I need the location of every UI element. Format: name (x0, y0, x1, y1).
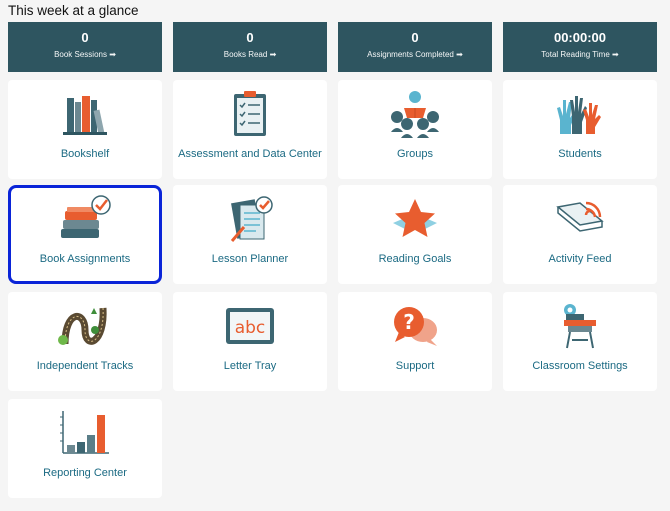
bookshelf-icon (55, 88, 115, 140)
stat-label-row: Books Read ➡ (173, 50, 327, 59)
stat-label: Book Sessions (54, 50, 107, 59)
tile-bookshelf[interactable]: Bookshelf (8, 80, 162, 179)
letter-tray-abc-icon: abc (220, 300, 280, 352)
tile-reading-goals[interactable]: Reading Goals (338, 185, 492, 284)
stat-label: Total Reading Time (541, 50, 610, 59)
tile-label: Book Assignments (39, 253, 131, 265)
tile-support[interactable]: ? Support (338, 292, 492, 391)
stat-value: 0 (411, 30, 419, 45)
tile-label: Assessment and Data Center (178, 148, 322, 160)
tile-book-assignments[interactable]: Book Assignments (8, 185, 162, 284)
stat-assignments-completed[interactable]: 0 Assignments Completed ➡ (338, 22, 492, 72)
tile-label: Classroom Settings (532, 360, 628, 372)
stat-books-read[interactable]: 0 Books Read ➡ (173, 22, 327, 72)
tile-classroom-settings[interactable]: Classroom Settings (503, 292, 657, 391)
tile-assessment-data-center[interactable]: Assessment and Data Center (173, 80, 327, 179)
stat-label-row: Total Reading Time ➡ (503, 50, 657, 59)
arrow-right-icon: ➡ (612, 50, 619, 59)
tile-label: Groups (396, 148, 434, 160)
svg-text:?: ? (403, 310, 415, 334)
page-heading: This week at a glance (8, 3, 139, 18)
tile-groups[interactable]: Groups (338, 80, 492, 179)
bar-chart-icon (55, 407, 115, 459)
stat-total-reading-time[interactable]: 00:00:00 Total Reading Time ➡ (503, 22, 657, 72)
tile-label: Lesson Planner (211, 253, 289, 265)
clipboard-checklist-icon (220, 88, 280, 140)
tile-activity-feed[interactable]: Activity Feed (503, 185, 657, 284)
tile-label: Independent Tracks (36, 360, 134, 372)
tile-lesson-planner[interactable]: Lesson Planner (173, 185, 327, 284)
tile-independent-tracks[interactable]: Independent Tracks (8, 292, 162, 391)
stat-book-sessions[interactable]: 0 Book Sessions ➡ (8, 22, 162, 72)
tile-label: Letter Tray (223, 360, 277, 372)
stat-value: 00:00:00 (553, 30, 607, 45)
tile-students[interactable]: Students (503, 80, 657, 179)
tile-label: Students (558, 148, 602, 160)
desk-gear-icon (550, 300, 610, 352)
svg-text:abc: abc (235, 318, 266, 338)
raised-hands-icon (550, 88, 610, 140)
question-bubble-icon: ? (385, 300, 445, 352)
stat-label: Books Read (223, 50, 268, 59)
tile-label: Reporting Center (43, 467, 127, 479)
stat-label: Assignments Completed (367, 50, 454, 59)
stat-value: 0 (246, 30, 254, 45)
book-stack-check-icon (55, 193, 115, 245)
tile-label: Support (395, 360, 435, 372)
star-icon (385, 193, 445, 245)
arrow-right-icon: ➡ (109, 50, 116, 59)
tile-letter-tray[interactable]: abc Letter Tray (173, 292, 327, 391)
winding-road-icon (55, 300, 115, 352)
open-book-signal-icon (550, 193, 610, 245)
stat-label-row: Assignments Completed ➡ (338, 50, 492, 59)
lesson-plan-icon (220, 193, 280, 245)
arrow-right-icon: ➡ (456, 50, 463, 59)
tile-reporting-center[interactable]: Reporting Center (8, 399, 162, 498)
stat-label-row: Book Sessions ➡ (8, 50, 162, 59)
stat-value: 0 (81, 30, 89, 45)
tile-label: Activity Feed (548, 253, 612, 265)
tile-label: Bookshelf (60, 148, 110, 160)
tile-label: Reading Goals (378, 253, 452, 265)
reading-group-icon (385, 88, 445, 140)
arrow-right-icon: ➡ (269, 50, 277, 59)
